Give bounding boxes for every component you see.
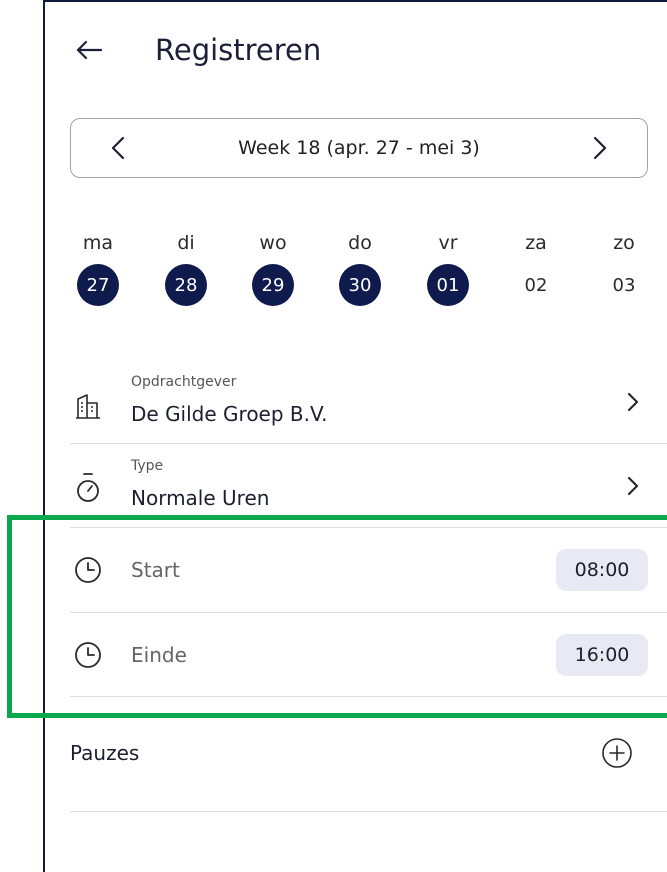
day-item-wo[interactable]: wo 29 xyxy=(233,232,313,306)
end-time-row[interactable]: Einde 16:00 xyxy=(70,613,667,697)
chevron-right-icon xyxy=(621,390,645,414)
start-time-row[interactable]: Start 08:00 xyxy=(70,528,667,613)
client-caption: Opdrachtgever xyxy=(131,374,237,390)
day-item-za[interactable]: za 02 xyxy=(496,232,576,306)
add-break-button[interactable] xyxy=(601,737,633,769)
type-row[interactable]: Type Normale Uren xyxy=(70,444,667,528)
day-number: 03 xyxy=(612,274,636,296)
day-item-ma[interactable]: ma 27 xyxy=(58,232,138,306)
chevron-right-icon xyxy=(593,136,607,160)
week-label: Week 18 (apr. 27 - mei 3) xyxy=(238,137,480,159)
stopwatch-icon xyxy=(70,470,106,506)
end-time-field[interactable]: 16:00 xyxy=(556,634,648,676)
start-label: Start xyxy=(131,558,180,582)
day-number: 29 xyxy=(252,264,294,306)
day-name: vr xyxy=(438,232,458,254)
day-number: 27 xyxy=(77,264,119,306)
arrow-left-icon xyxy=(76,40,103,60)
building-icon xyxy=(70,388,106,424)
day-item-do[interactable]: do 30 xyxy=(320,232,400,306)
header: Registreren xyxy=(45,0,667,100)
breaks-label: Pauzes xyxy=(70,741,140,765)
type-caption: Type xyxy=(131,458,164,474)
breaks-row: Pauzes xyxy=(70,697,667,812)
day-name: wo xyxy=(259,232,287,254)
chevron-right-icon xyxy=(621,474,645,498)
start-time-field[interactable]: 08:00 xyxy=(556,549,648,591)
day-number: 30 xyxy=(339,264,381,306)
clock-icon xyxy=(70,637,106,673)
back-button[interactable] xyxy=(69,30,109,70)
day-selector: ma 27 di 28 wo 29 do 30 vr 01 za 02 zo 0… xyxy=(58,232,667,312)
end-label: Einde xyxy=(131,643,187,667)
page-title: Registreren xyxy=(155,33,322,67)
day-name: zo xyxy=(613,232,635,254)
day-item-di[interactable]: di 28 xyxy=(146,232,226,306)
day-name: za xyxy=(525,232,547,254)
frame-left-border xyxy=(43,0,45,872)
day-name: di xyxy=(177,232,195,254)
type-value: Normale Uren xyxy=(131,486,270,510)
clock-icon xyxy=(70,552,106,588)
client-value: De Gilde Groep B.V. xyxy=(131,402,328,426)
day-item-vr[interactable]: vr 01 xyxy=(408,232,488,306)
day-number: 02 xyxy=(524,274,548,296)
plus-circle-icon xyxy=(602,738,632,768)
client-row[interactable]: Opdrachtgever De Gilde Groep B.V. xyxy=(70,360,667,444)
day-item-zo[interactable]: zo 03 xyxy=(584,232,664,306)
day-name: do xyxy=(348,232,372,254)
week-selector: Week 18 (apr. 27 - mei 3) xyxy=(70,118,648,178)
day-number: 01 xyxy=(427,264,469,306)
day-name: ma xyxy=(82,232,114,254)
day-number: 28 xyxy=(165,264,207,306)
next-week-button[interactable] xyxy=(583,131,617,165)
